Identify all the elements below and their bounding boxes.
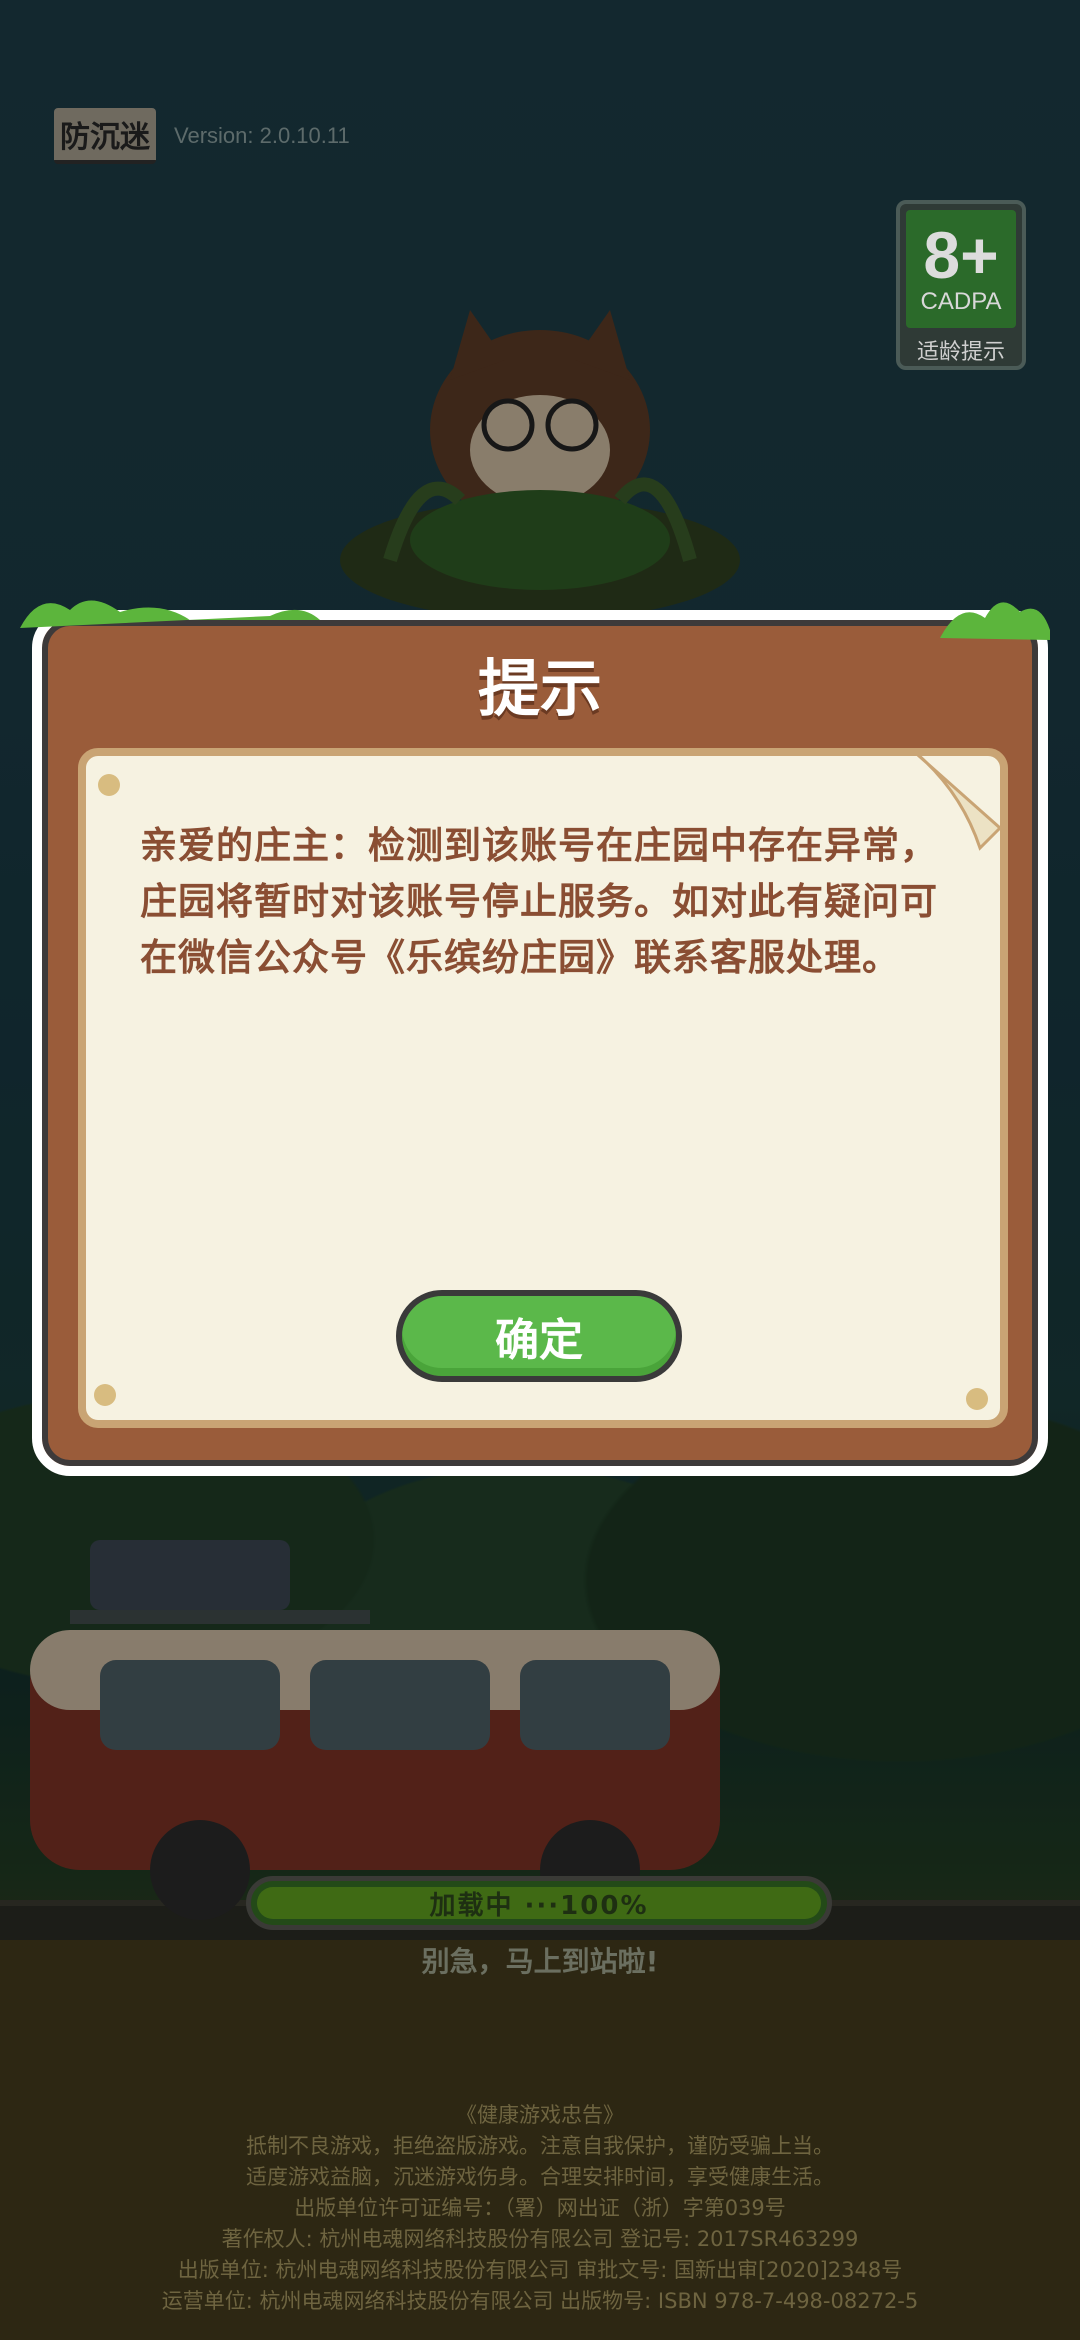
pin-decoration [98, 774, 120, 796]
dialog-title: 提示 [477, 652, 602, 725]
footer-line: 《健康游戏忠告》 [456, 2103, 624, 2127]
anti-addiction-badge[interactable]: 防沉迷 [54, 108, 156, 164]
footer-line: 出版单位: 杭州电魂网络科技股份有限公司 审批文号: 国新出审[2020]234… [177, 2258, 903, 2282]
age-rating-org: CADPA [920, 287, 1002, 315]
pin-decoration [94, 1384, 116, 1406]
version-label: Version: 2.0.10.11 [174, 123, 350, 148]
footer-line: 出版单位许可证编号：（署）网出证（浙）字第039号 [294, 2196, 786, 2220]
loading-subtitle: 别急，马上到站啦! [421, 1945, 659, 1978]
grass-decoration-right [940, 602, 1050, 640]
confirm-button[interactable]: 确定 [396, 1290, 682, 1382]
grass-decoration-left [20, 600, 320, 628]
age-rating-badge[interactable]: 8+ CADPA 适龄提示 [896, 200, 1026, 370]
age-rating-caption: 适龄提示 [916, 340, 1005, 365]
footer-line: 运营单位: 杭州电魂网络科技股份有限公司 出版物号: ISBN 978-7-49… [161, 2289, 919, 2313]
pin-decoration [966, 1388, 988, 1410]
loading-progress-bar: 加载中 ···100% [246, 1876, 832, 1930]
health-advisory-footer: 《健康游戏忠告》 抵制不良游戏，拒绝盗版游戏。注意自我保护，谨防受骗上当。 适度… [0, 2100, 1080, 2317]
footer-line: 著作权人: 杭州电魂网络科技股份有限公司 登记号: 2017SR463299 [221, 2227, 859, 2251]
loading-label: 加载中 ···100% [429, 1890, 649, 1921]
age-rating-panel: 8+ CADPA [906, 210, 1016, 328]
header: 防沉迷 Version: 2.0.10.11 [54, 108, 350, 164]
age-rating-number: 8+ [923, 217, 999, 292]
footer-line: 抵制不良游戏，拒绝盗版游戏。注意自我保护，谨防受骗上当。 [246, 2134, 834, 2158]
footer-line: 适度游戏益脑，沉迷游戏伤身。合理安排时间，享受健康生活。 [246, 2165, 834, 2189]
dialog-message: 亲爱的庄主：检测到该账号在庄园中存在异常，庄园将暂时对该账号停止服务。如对此有疑… [140, 824, 938, 979]
